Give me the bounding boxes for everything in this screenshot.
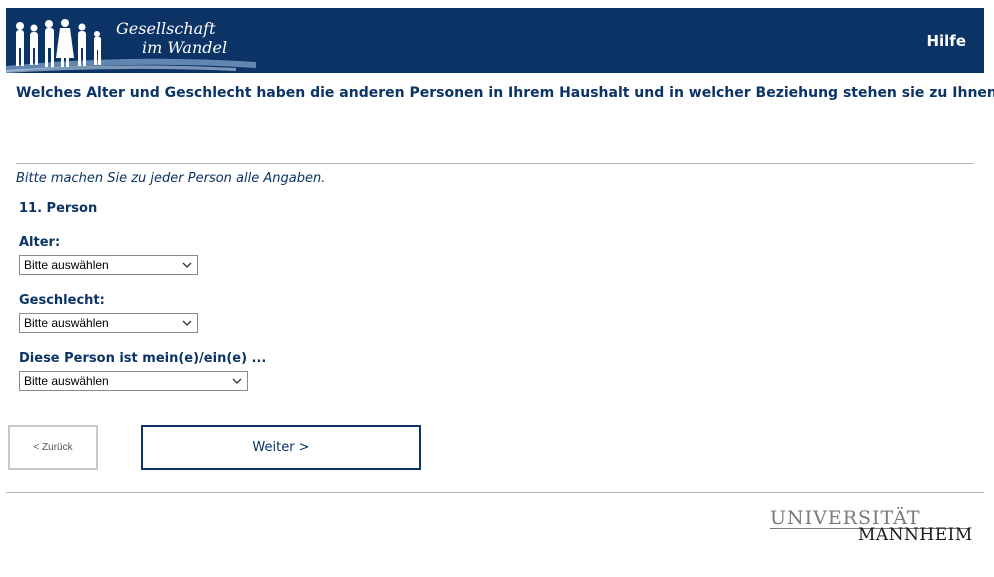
question-text: Welches Alter und Geschlecht haben die a… [16, 85, 994, 101]
site-header: Gesellschaft im Wandel Hilfe [6, 8, 984, 73]
gender-label: Geschlecht: [19, 293, 105, 308]
divider-bottom [6, 492, 984, 493]
age-select-value: Bitte auswählen [24, 258, 109, 272]
divider-top [16, 163, 974, 164]
relation-select-value: Bitte auswählen [24, 374, 109, 388]
chevron-down-icon [182, 320, 192, 326]
next-button[interactable]: Weiter > [141, 425, 421, 470]
instruction-text: Bitte machen Sie zu jeder Person alle An… [16, 171, 326, 186]
person-title: 11. Person [19, 201, 98, 216]
logo-line2: im Wandel [142, 38, 228, 57]
gender-select[interactable]: Bitte auswählen [19, 313, 198, 333]
logo-line1: Gesellschaft [116, 19, 216, 38]
logo-wordmark: Gesellschaft im Wandel [116, 19, 227, 57]
university-logo: UNIVERSITÄT MANNHEIM [770, 507, 973, 547]
back-button[interactable]: < Zurück [8, 425, 98, 470]
relation-select[interactable]: Bitte auswählen [19, 371, 248, 391]
age-label: Alter: [19, 235, 61, 250]
relation-label: Diese Person ist mein(e)/ein(e) ... [19, 351, 267, 366]
people-silhouette-icon [16, 19, 101, 67]
chevron-down-icon [232, 378, 242, 384]
help-link[interactable]: Hilfe [926, 32, 966, 50]
gender-select-value: Bitte auswählen [24, 316, 109, 330]
uni-logo-line2: MANNHEIM [858, 525, 973, 545]
chevron-down-icon [182, 262, 192, 268]
age-select[interactable]: Bitte auswählen [19, 255, 198, 275]
